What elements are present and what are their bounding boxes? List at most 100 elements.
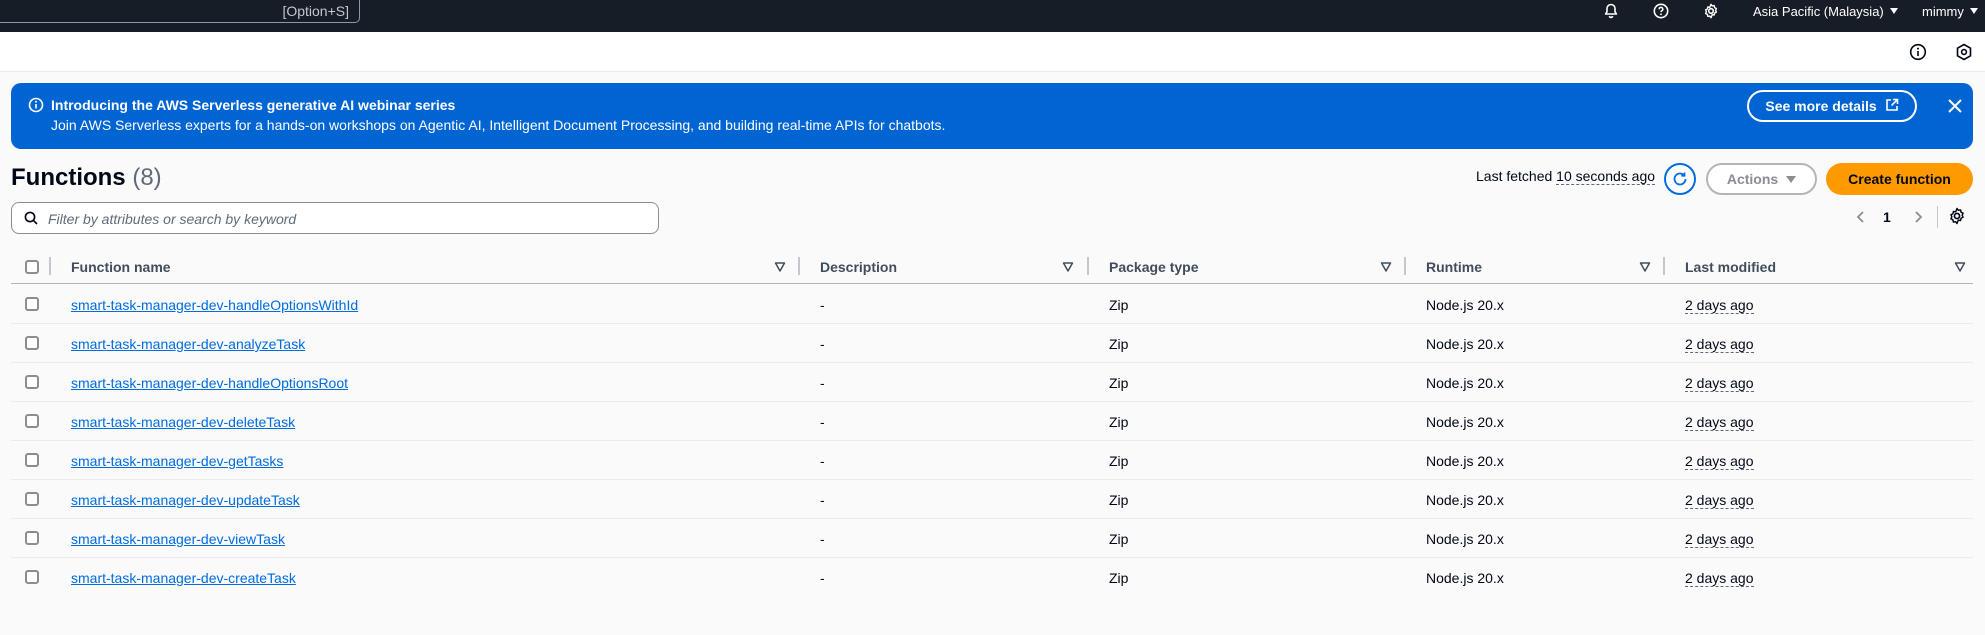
function-package-type: Zip: [1109, 492, 1129, 508]
function-name-link[interactable]: smart-task-manager-dev-handleOptionsWith…: [71, 297, 358, 313]
row-checkbox[interactable]: [25, 492, 39, 506]
current-page[interactable]: 1: [1883, 209, 1891, 225]
function-description: -: [820, 375, 825, 391]
chevron-down-icon: [1969, 8, 1978, 14]
info-icon[interactable]: [1909, 43, 1927, 66]
table-row: smart-task-manager-dev-analyzeTask - Zip…: [11, 324, 1973, 363]
function-description: -: [820, 453, 825, 469]
column-header-function-name[interactable]: Function name: [71, 259, 171, 275]
page-title: Functions (8): [11, 164, 162, 192]
function-runtime: Node.js 20.x: [1426, 297, 1504, 313]
gear-icon[interactable]: [1699, 1, 1723, 21]
sort-icon[interactable]: [1062, 260, 1074, 278]
table-row: smart-task-manager-dev-handleOptionsWith…: [11, 285, 1973, 324]
column-divider[interactable]: [798, 257, 800, 275]
filter-input[interactable]: [48, 209, 648, 229]
search-icon: [24, 211, 38, 230]
function-package-type: Zip: [1109, 570, 1129, 586]
last-fetched: Last fetched 10 seconds ago: [1476, 168, 1656, 185]
column-header-description[interactable]: Description: [820, 259, 897, 275]
see-more-details-label: See more details: [1765, 98, 1877, 114]
function-last-modified[interactable]: 2 days ago: [1685, 492, 1754, 509]
row-checkbox[interactable]: [25, 570, 39, 584]
function-package-type: Zip: [1109, 297, 1129, 313]
function-last-modified[interactable]: 2 days ago: [1685, 531, 1754, 548]
select-all-checkbox[interactable]: [25, 260, 39, 274]
help-icon[interactable]: [1649, 1, 1673, 21]
table-row: smart-task-manager-dev-createTask - Zip …: [11, 558, 1973, 597]
function-name-link[interactable]: smart-task-manager-dev-getTasks: [71, 453, 283, 469]
row-checkbox[interactable]: [25, 531, 39, 545]
column-header-runtime[interactable]: Runtime: [1426, 259, 1482, 275]
function-last-modified[interactable]: 2 days ago: [1685, 375, 1754, 392]
gear-icon[interactable]: [1948, 207, 1966, 230]
function-last-modified[interactable]: 2 days ago: [1685, 297, 1754, 314]
external-link-icon: [1885, 98, 1899, 115]
column-divider[interactable]: [1404, 257, 1406, 275]
function-last-modified[interactable]: 2 days ago: [1685, 570, 1754, 587]
function-description: -: [820, 297, 825, 313]
row-checkbox[interactable]: [25, 375, 39, 389]
row-checkbox[interactable]: [25, 453, 39, 467]
sort-icon[interactable]: [774, 260, 786, 278]
column-header-last-modified[interactable]: Last modified: [1685, 259, 1776, 275]
page-toolbar: [0, 32, 1985, 72]
function-runtime: Node.js 20.x: [1426, 453, 1504, 469]
function-package-type: Zip: [1109, 453, 1129, 469]
banner-title: Introducing the AWS Serverless generativ…: [51, 97, 456, 113]
function-name-link[interactable]: smart-task-manager-dev-analyzeTask: [71, 336, 305, 352]
pager-divider: [1937, 206, 1938, 228]
see-more-details-button[interactable]: See more details: [1747, 90, 1917, 122]
table-row: smart-task-manager-dev-handleOptionsRoot…: [11, 363, 1973, 402]
function-description: -: [820, 570, 825, 586]
region-selector[interactable]: Asia Pacific (Malaysia): [1753, 4, 1898, 19]
column-divider[interactable]: [1663, 257, 1665, 275]
sort-icon[interactable]: [1639, 260, 1651, 278]
function-description: -: [820, 492, 825, 508]
region-label: Asia Pacific (Malaysia): [1753, 4, 1884, 19]
function-package-type: Zip: [1109, 336, 1129, 352]
chevron-right-icon[interactable]: [1912, 209, 1924, 230]
function-name-link[interactable]: smart-task-manager-dev-createTask: [71, 570, 296, 586]
table-row: smart-task-manager-dev-getTasks - Zip No…: [11, 441, 1973, 480]
create-function-button[interactable]: Create function: [1826, 163, 1973, 195]
sort-icon[interactable]: [1380, 260, 1392, 278]
close-icon[interactable]: [1945, 96, 1965, 116]
refresh-button[interactable]: [1664, 163, 1696, 195]
function-last-modified[interactable]: 2 days ago: [1685, 414, 1754, 431]
function-count: (8): [132, 164, 162, 191]
function-runtime: Node.js 20.x: [1426, 375, 1504, 391]
account-menu[interactable]: mimmy: [1922, 4, 1978, 19]
refresh-icon: [1673, 172, 1687, 186]
function-name-link[interactable]: smart-task-manager-dev-updateTask: [71, 492, 300, 508]
function-description: -: [820, 414, 825, 430]
function-name-link[interactable]: smart-task-manager-dev-viewTask: [71, 531, 285, 547]
table-row: smart-task-manager-dev-updateTask - Zip …: [11, 480, 1973, 519]
actions-label: Actions: [1726, 171, 1779, 187]
announcement-banner: Introducing the AWS Serverless generativ…: [11, 83, 1973, 149]
chevron-down-icon: [1889, 8, 1898, 14]
table-row: smart-task-manager-dev-viewTask - Zip No…: [11, 519, 1973, 558]
table-header: Function name Description Package type R…: [11, 250, 1973, 284]
global-search[interactable]: [Option+S]: [0, 0, 360, 23]
function-description: -: [820, 531, 825, 547]
last-fetched-label: Last fetched: [1476, 168, 1553, 184]
function-last-modified[interactable]: 2 days ago: [1685, 453, 1754, 470]
sort-icon[interactable]: [1954, 260, 1966, 278]
row-checkbox[interactable]: [25, 414, 39, 428]
actions-button[interactable]: Actions: [1706, 163, 1817, 195]
last-fetched-value[interactable]: 10 seconds ago: [1556, 168, 1656, 185]
column-header-package-type[interactable]: Package type: [1109, 259, 1199, 275]
chevron-left-icon[interactable]: [1855, 209, 1867, 230]
bell-icon[interactable]: [1599, 1, 1623, 21]
function-name-link[interactable]: smart-task-manager-dev-deleteTask: [71, 414, 295, 430]
function-name-link[interactable]: smart-task-manager-dev-handleOptionsRoot: [71, 375, 348, 391]
function-last-modified[interactable]: 2 days ago: [1685, 336, 1754, 353]
row-checkbox[interactable]: [25, 297, 39, 311]
user-name: mimmy: [1922, 4, 1964, 19]
column-divider[interactable]: [1087, 257, 1089, 275]
filter-field[interactable]: [11, 202, 659, 234]
function-runtime: Node.js 20.x: [1426, 414, 1504, 430]
row-checkbox[interactable]: [25, 336, 39, 350]
cloudshell-icon[interactable]: [1955, 43, 1973, 66]
